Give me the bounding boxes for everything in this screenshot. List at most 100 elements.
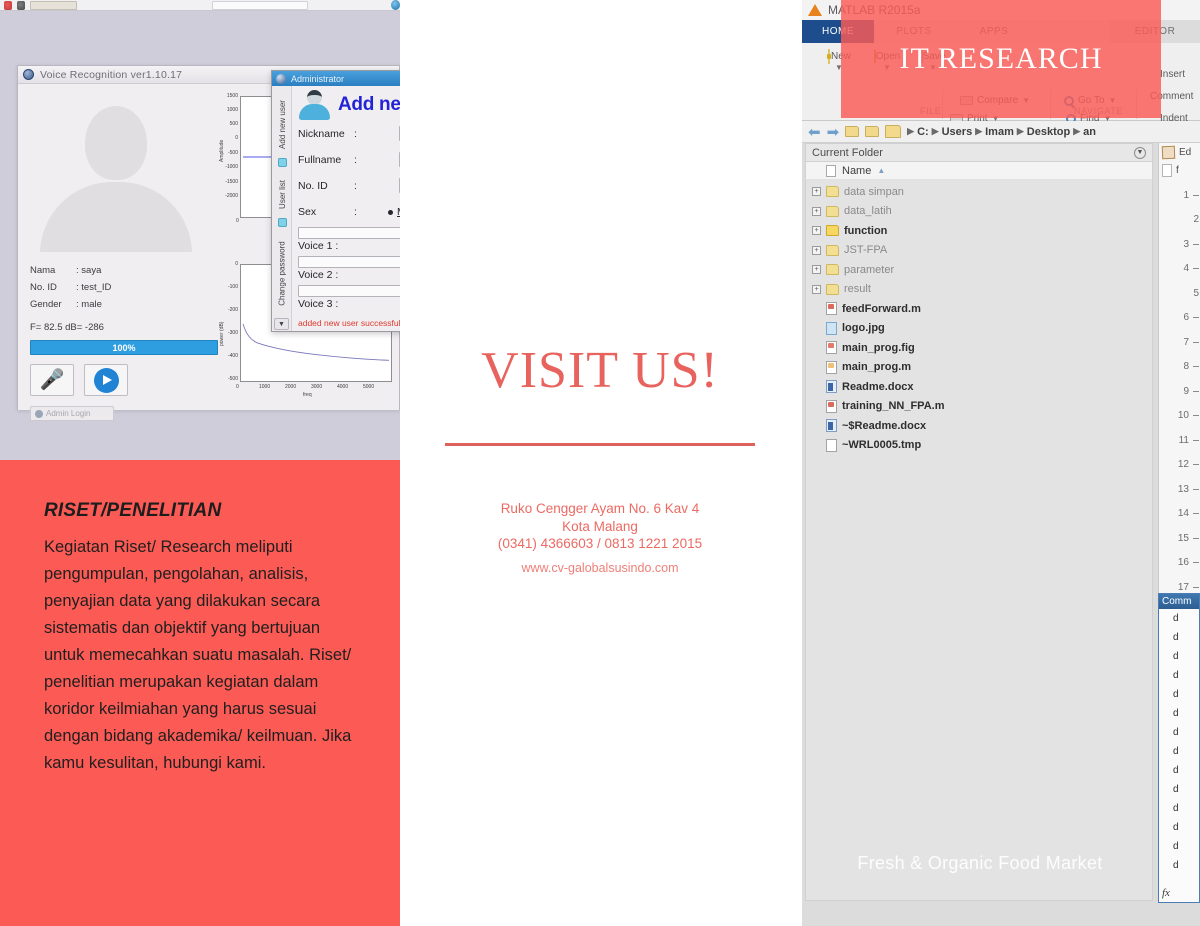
command-window: Comm d d d d d d d d d d d d d d fx <box>1158 593 1200 903</box>
field-row-noid: No. ID : <box>298 180 366 192</box>
list-item[interactable]: Readme.docx <box>806 377 1152 397</box>
expand-icon[interactable]: + <box>812 245 821 255</box>
expand-icon[interactable]: + <box>812 265 821 275</box>
command-prompt[interactable]: fx <box>1162 887 1170 899</box>
sidetab-change-password[interactable]: Change password <box>272 232 292 314</box>
riset-section: RISET/PENELITIAN Kegiatan Riset/ Researc… <box>0 460 400 926</box>
list-item[interactable]: main_prog.fig <box>806 338 1152 358</box>
progress-bar: 100% <box>30 340 218 355</box>
toolbar-field[interactable] <box>211 0 309 10</box>
command-line: d <box>1173 822 1179 833</box>
line-row: 7 <box>1159 330 1200 355</box>
expand-icon[interactable]: + <box>812 206 821 216</box>
chevron-down-icon[interactable]: ▼ <box>1134 146 1146 159</box>
sex-label: Sex <box>298 206 317 218</box>
list-item[interactable]: feedForward.m <box>806 299 1152 319</box>
line-row: 13 <box>1159 477 1200 502</box>
ytick-m1000: -1000 <box>225 164 238 170</box>
arrow-left-icon[interactable]: ⬅ <box>808 123 821 141</box>
list-item[interactable]: logo.jpg <box>806 319 1152 339</box>
expand-icon[interactable]: + <box>812 187 821 197</box>
browser-icon <box>391 0 400 10</box>
ytick-b-m200: -200 <box>227 307 238 313</box>
riset-heading: RISET/PENELITIAN <box>44 500 222 521</box>
brochure-page: Voice Recognition ver1.10.17 Nama: saya … <box>0 0 1200 926</box>
breadcrumb-c[interactable]: C: <box>917 126 929 138</box>
current-folder-header: Current Folder ▼ <box>805 143 1153 162</box>
list-item[interactable]: + data_latih <box>806 202 1152 222</box>
breadcrumb-desktop[interactable]: Desktop <box>1027 126 1070 138</box>
expand-icon[interactable]: + <box>812 284 821 294</box>
info-key-nama: Nama <box>30 265 56 276</box>
tmp-file-icon <box>826 438 837 452</box>
administrator-body: Add new user User list Change password ▼ <box>272 86 400 331</box>
line-row: 12 <box>1159 453 1200 478</box>
editor-file-tab[interactable]: f <box>1159 161 1200 179</box>
voice2-input[interactable] <box>298 256 400 268</box>
xtick-b-2000: 2000 <box>285 384 297 390</box>
microphone-button[interactable]: 🎤 <box>30 364 74 396</box>
editor-tab-label: Ed <box>1179 146 1192 158</box>
fig-file-icon <box>826 341 837 355</box>
arrow-right-icon[interactable]: ➡ <box>827 123 840 141</box>
admin-login-button[interactable]: Admin Login <box>30 406 114 421</box>
line-row: 2 <box>1193 214 1199 226</box>
list-item[interactable]: + result <box>806 280 1152 300</box>
scroll-down-icon[interactable]: ▼ <box>274 318 289 330</box>
matlab-logo-icon <box>808 4 822 16</box>
info-key-gender: Gender <box>30 299 62 310</box>
file-list: + data simpan + data_latih + function + JST-… <box>805 180 1153 901</box>
folder-icon <box>826 244 839 256</box>
play-button[interactable] <box>84 364 128 396</box>
list-item[interactable]: main_prog.m <box>806 358 1152 378</box>
insert-button[interactable]: Insert <box>1160 69 1185 80</box>
editor-line-gutter: 1 2 3 4 5 6 7 8 9 10 11 12 13 14 15 16 1 <box>1159 183 1200 600</box>
globe-icon <box>276 73 286 84</box>
sidetab-add-new-user[interactable]: Add new user <box>272 92 292 156</box>
command-line: d <box>1173 803 1179 814</box>
expand-icon[interactable]: + <box>812 226 821 236</box>
left-panel: Voice Recognition ver1.10.17 Nama: saya … <box>0 0 400 926</box>
noid-label: No. ID <box>298 180 328 192</box>
voice-app-title: Voice Recognition ver1.10.17 <box>40 68 183 81</box>
command-line: d <box>1173 689 1179 700</box>
folder-browse-icon[interactable] <box>865 126 880 137</box>
list-item[interactable]: + data simpan <box>806 182 1152 202</box>
user-add-icon <box>298 90 332 120</box>
sex-radio-male[interactable]: Male <box>388 206 400 218</box>
voice3-input[interactable] <box>298 285 400 297</box>
administrator-titlebar: Administrator <box>272 71 400 86</box>
list-item[interactable]: + function <box>806 221 1152 241</box>
noid-colon: : <box>354 180 357 192</box>
breadcrumb-imam[interactable]: Imam <box>985 126 1014 138</box>
m-file-icon <box>826 399 837 413</box>
add-new-user-heading: Add ne <box>338 94 400 115</box>
word-file-icon <box>826 380 837 394</box>
list-item[interactable]: ~$Readme.docx <box>806 416 1152 436</box>
breadcrumb-users[interactable]: Users <box>942 126 973 138</box>
editor-tab[interactable]: Ed <box>1159 143 1200 161</box>
nickname-colon: : <box>354 128 357 140</box>
folder-up-icon[interactable] <box>845 126 860 137</box>
xtick-b-4000: 4000 <box>337 384 349 390</box>
list-item[interactable]: ~WRL0005.tmp <box>806 436 1152 456</box>
list-item[interactable]: + JST-FPA <box>806 241 1152 261</box>
voice1-input[interactable] <box>298 227 400 239</box>
fullname-colon: : <box>354 154 357 166</box>
list-item[interactable]: training_NN_FPA.m <box>806 397 1152 417</box>
command-line: d <box>1173 708 1179 719</box>
star-icon <box>4 0 13 10</box>
command-line: d <box>1173 784 1179 795</box>
fullname-label: Fullname <box>298 154 342 166</box>
address-box[interactable] <box>30 0 77 10</box>
ytick-m2000: -2000 <box>225 193 238 199</box>
sidetab-user-list[interactable]: User list <box>272 172 292 216</box>
list-item[interactable]: + parameter <box>806 260 1152 280</box>
breadcrumb-an[interactable]: an <box>1083 126 1096 138</box>
info-colon-0: : <box>76 265 79 276</box>
line-row: 16 <box>1159 551 1200 576</box>
voice-user-info: Nama: saya No. ID: test_ID Gender: male <box>30 262 111 313</box>
website-link[interactable]: www.cv-galobalsusindo.com <box>400 560 800 578</box>
file-list-column-header[interactable]: Name ▲ <box>805 162 1153 180</box>
folder-icon <box>826 225 839 237</box>
